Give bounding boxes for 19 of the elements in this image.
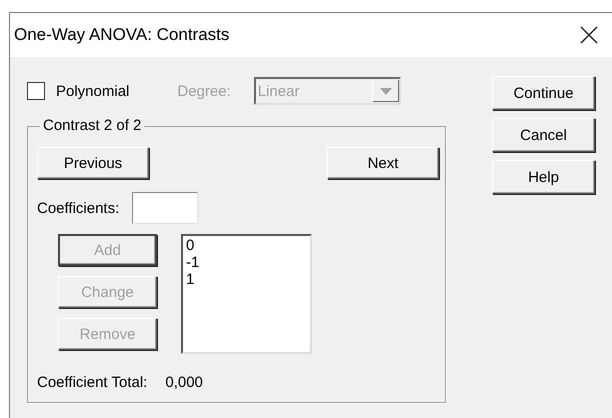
coefficients-field[interactable]: [132, 192, 198, 224]
degree-label: Degree:: [177, 82, 231, 100]
total-value: 0,000: [165, 374, 203, 391]
window-title: One-Way ANOVA: Contrasts: [14, 25, 230, 45]
next-button[interactable]: Next: [327, 147, 439, 179]
list-item[interactable]: 0: [186, 237, 194, 254]
total-label: Coefficient Total:: [37, 374, 148, 391]
polynomial-label: Polynomial: [56, 82, 130, 100]
close-icon[interactable]: [580, 26, 598, 44]
dropdown-arrow-icon: [380, 88, 392, 94]
polynomial-checkbox[interactable]: [27, 82, 45, 100]
coefficient-list[interactable]: 0 -1 1: [181, 234, 312, 354]
list-item[interactable]: 1: [186, 271, 194, 288]
dialog-button[interactable]: Cancel: [492, 118, 595, 152]
previous-button[interactable]: Previous: [37, 147, 149, 179]
dialog-button[interactable]: Help: [492, 160, 595, 194]
dialog-button[interactable]: Continue: [492, 76, 595, 110]
coefficients-label: Coefficients:: [37, 200, 120, 216]
list-item[interactable]: -1: [186, 254, 200, 271]
